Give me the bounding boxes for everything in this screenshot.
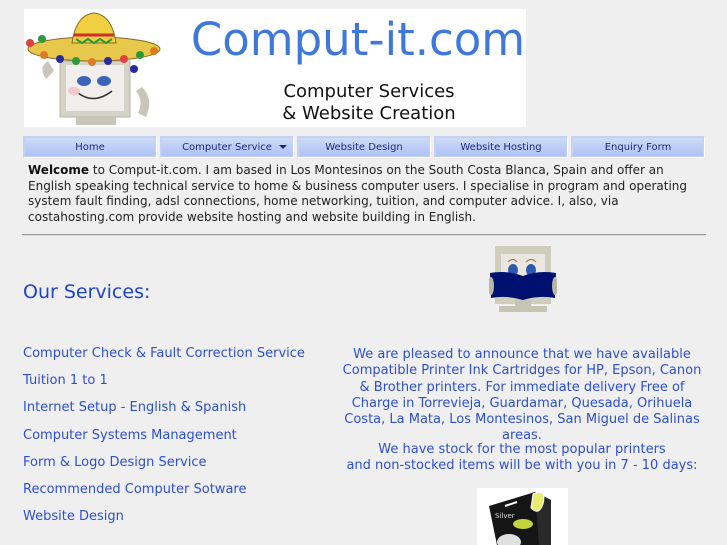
computer-reading-book-icon [489,246,557,312]
brand-name: Comput-it.com [190,13,526,66]
divider [22,234,706,236]
service-link-form-logo-design[interactable]: Form & Logo Design Service [23,455,305,482]
main-nav: Home Computer Service Website Design Web… [23,136,705,159]
nav-enquiry-form-label: Enquiry Form [604,141,672,153]
service-link-internet-setup[interactable]: Internet Setup - English & Spanish [23,400,305,427]
ink-cartridge-box-icon[interactable]: Silver [477,488,568,545]
nav-computer-service[interactable]: Computer Service [160,136,294,158]
nav-home[interactable]: Home [23,136,157,158]
tagline-line-1: Computer Services [283,81,455,102]
nav-home-label: Home [75,141,105,153]
site-banner: Comput-it.com Computer Services & Websit… [24,9,526,127]
service-link-computer-check[interactable]: Computer Check & Fault Correction Servic… [23,346,305,373]
sombrero-mascot-icon [26,12,161,125]
tagline-line-2: & Website Creation [282,103,456,124]
services-list: Computer Check & Fault Correction Servic… [23,346,305,536]
nav-website-hosting-label: Website Hosting [460,141,542,153]
service-link-recommended-software[interactable]: Recommended Computer Sotware [23,482,305,509]
dropdown-caret-icon [279,145,287,149]
nav-website-hosting[interactable]: Website Hosting [434,136,568,158]
services-heading: Our Services: [23,281,151,303]
service-link-systems-management[interactable]: Computer Systems Management [23,428,305,455]
stock-line-2: and non-stocked items will be with you i… [346,458,698,474]
tagline: Computer Services & Website Creation [254,81,484,125]
service-link-tuition[interactable]: Tuition 1 to 1 [23,373,305,400]
nav-website-design-label: Website Design [325,141,403,153]
nav-website-design[interactable]: Website Design [297,136,431,158]
nav-enquiry-form[interactable]: Enquiry Form [571,136,705,158]
nav-computer-service-label: Computer Service [182,141,272,153]
intro-welcome: Welcome [28,163,90,177]
stock-notice: We have stock for the most popular print… [340,442,704,475]
intro-text: to Comput-it.com. I am based in Los Mont… [28,163,688,224]
svg-text:Silver: Silver [495,512,515,520]
stock-line-1: We have stock for the most popular print… [378,442,666,457]
ink-announcement: We are pleased to announce that we have … [342,347,702,444]
service-link-website-design[interactable]: Website Design [23,509,305,536]
intro-paragraph: Welcome to Comput-it.com. I am based in … [28,163,708,225]
